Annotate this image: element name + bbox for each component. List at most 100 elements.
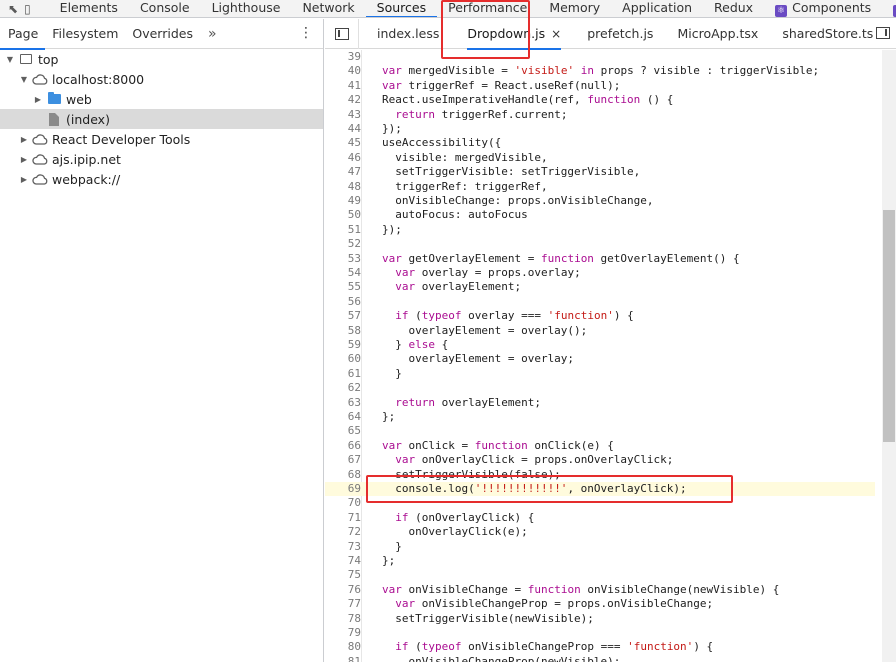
tab-lighthouse[interactable]: Lighthouse bbox=[201, 0, 292, 17]
toggle-debugger-icon[interactable] bbox=[876, 27, 890, 39]
code-line[interactable]: 80 if (typeof onVisibleChangeProp === 'f… bbox=[325, 640, 875, 654]
code-line[interactable]: 51}); bbox=[325, 223, 875, 237]
tab-network[interactable]: Network bbox=[291, 0, 365, 17]
line-number[interactable]: 56 bbox=[325, 295, 361, 309]
tab-profiler[interactable]: ⚛Profiler bbox=[882, 0, 896, 17]
code-line[interactable]: 72 onOverlayClick(e); bbox=[325, 525, 875, 539]
line-number[interactable]: 77 bbox=[325, 597, 361, 611]
line-number[interactable]: 65 bbox=[325, 424, 361, 438]
line-number[interactable]: 72 bbox=[325, 525, 361, 539]
code-line[interactable]: 71 if (onOverlayClick) { bbox=[325, 511, 875, 525]
tab-redux[interactable]: Redux bbox=[703, 0, 764, 17]
expand-down-icon[interactable]: ▼ bbox=[18, 75, 30, 84]
code-view[interactable]: 39 40 var mergedVisible = 'visible' in pro… bbox=[325, 50, 896, 662]
editor-tab-microapp-tsx[interactable]: MicroApp.tsx bbox=[677, 19, 758, 49]
code-line[interactable]: 61 } bbox=[325, 367, 875, 381]
code-line[interactable]: 54 var overlay = props.overlay; bbox=[325, 266, 875, 280]
line-number[interactable]: 61 bbox=[325, 367, 361, 381]
expand-right-icon[interactable]: ▶ bbox=[18, 175, 30, 184]
line-number[interactable]: 64 bbox=[325, 410, 361, 424]
line-number[interactable]: 63 bbox=[325, 396, 361, 410]
editor-tab-prefetch-js[interactable]: prefetch.js bbox=[587, 19, 653, 49]
code-line[interactable]: 42 React.useImperativeHandle(ref, functio… bbox=[325, 93, 875, 107]
device-toolbar-icon[interactable]: ▯ bbox=[24, 0, 31, 17]
code-line[interactable]: 49 onVisibleChange: props.onVisibleChang… bbox=[325, 194, 875, 208]
code-line[interactable]: 77 var onVisibleChangeProp = props.onVis… bbox=[325, 597, 875, 611]
code-line[interactable]: 52 bbox=[325, 237, 875, 251]
code-line[interactable]: 76 var onVisibleChange = function onVisib… bbox=[325, 583, 875, 597]
code-line[interactable]: 67 var onOverlayClick = props.onOverlayC… bbox=[325, 453, 875, 467]
line-number[interactable]: 74 bbox=[325, 554, 361, 568]
code-line[interactable]: 79 bbox=[325, 626, 875, 640]
line-number[interactable]: 68 bbox=[325, 468, 361, 482]
tree-item[interactable]: ▶ React Developer Tools bbox=[0, 129, 323, 149]
code-line[interactable]: 47 setTriggerVisible: setTriggerVisible, bbox=[325, 165, 875, 179]
code-line[interactable]: 44}); bbox=[325, 122, 875, 136]
line-number[interactable]: 45 bbox=[325, 136, 361, 150]
code-line[interactable]: 65 bbox=[325, 424, 875, 438]
tree-item[interactable]: ▼ top bbox=[0, 49, 323, 69]
line-number[interactable]: 48 bbox=[325, 180, 361, 194]
code-line[interactable]: 70 bbox=[325, 496, 875, 510]
code-line[interactable]: 74}; bbox=[325, 554, 875, 568]
tab-memory[interactable]: Memory bbox=[538, 0, 611, 17]
code-line[interactable]: 59 } else { bbox=[325, 338, 875, 352]
code-line[interactable]: 41 var triggerRef = React.useRef(null); bbox=[325, 79, 875, 93]
tab-components[interactable]: ⚛ Components bbox=[764, 0, 882, 17]
line-number[interactable]: 70 bbox=[325, 496, 361, 510]
tab-elements[interactable]: Elements bbox=[49, 0, 129, 17]
line-number[interactable]: 46 bbox=[325, 151, 361, 165]
line-number[interactable]: 76 bbox=[325, 583, 361, 597]
tree-item[interactable]: ▼ localhost:8000 bbox=[0, 69, 323, 89]
line-number[interactable]: 55 bbox=[325, 280, 361, 294]
toggle-navigator-button[interactable] bbox=[325, 18, 359, 49]
line-number[interactable]: 79 bbox=[325, 626, 361, 640]
line-number[interactable]: 51 bbox=[325, 223, 361, 237]
code-line[interactable]: 63 return overlayElement; bbox=[325, 396, 875, 410]
code-line[interactable]: 78 setTriggerVisible(newVisible); bbox=[325, 612, 875, 626]
tree-item[interactable]: ▶ webpack:// bbox=[0, 169, 323, 189]
close-tab-icon[interactable]: × bbox=[551, 27, 561, 41]
editor-tab-index-less[interactable]: index.less bbox=[377, 19, 439, 49]
code-line[interactable]: 46 visible: mergedVisible, bbox=[325, 151, 875, 165]
tab-page[interactable]: Page bbox=[0, 19, 46, 50]
expand-right-icon[interactable]: ▶ bbox=[18, 135, 30, 144]
code-line[interactable]: 69 console.log('!!!!!!!!!!!!', onOverlay… bbox=[325, 482, 875, 497]
line-number[interactable]: 39 bbox=[325, 50, 361, 64]
code-line[interactable]: 40 var mergedVisible = 'visible' in props… bbox=[325, 64, 875, 78]
expand-right-icon[interactable]: ▶ bbox=[32, 95, 44, 104]
line-number[interactable]: 59 bbox=[325, 338, 361, 352]
code-line[interactable]: 55 var overlayElement; bbox=[325, 280, 875, 294]
expand-right-icon[interactable]: ▶ bbox=[18, 155, 30, 164]
tree-item[interactable]: ▶ web bbox=[0, 89, 323, 109]
tree-item[interactable]: (index) bbox=[0, 109, 323, 129]
tab-filesystem[interactable]: Filesystem bbox=[45, 19, 125, 49]
line-number[interactable]: 78 bbox=[325, 612, 361, 626]
line-number[interactable]: 57 bbox=[325, 309, 361, 323]
line-number[interactable]: 69 bbox=[325, 482, 361, 496]
tab-console[interactable]: Console bbox=[129, 0, 201, 17]
line-number[interactable]: 81 bbox=[325, 655, 361, 662]
line-number[interactable]: 54 bbox=[325, 266, 361, 280]
tab-performance[interactable]: Performance bbox=[437, 0, 538, 17]
line-number[interactable]: 71 bbox=[325, 511, 361, 525]
code-line[interactable]: 66 var onClick = function onClick(e) { bbox=[325, 439, 875, 453]
line-number[interactable]: 67 bbox=[325, 453, 361, 467]
line-number[interactable]: 66 bbox=[325, 439, 361, 453]
line-number[interactable]: 62 bbox=[325, 381, 361, 395]
code-line[interactable]: 60 overlayElement = overlay; bbox=[325, 352, 875, 366]
tree-item[interactable]: ▶ ajs.ipip.net bbox=[0, 149, 323, 169]
editor-tab-dropdown-js[interactable]: Dropdown.js × bbox=[467, 19, 561, 50]
code-line[interactable]: 48 triggerRef: triggerRef, bbox=[325, 180, 875, 194]
code-line[interactable]: 64}; bbox=[325, 410, 875, 424]
line-number[interactable]: 50 bbox=[325, 208, 361, 222]
more-options-icon[interactable]: ⋮ bbox=[299, 26, 313, 40]
tab-application[interactable]: Application bbox=[611, 0, 703, 17]
line-number[interactable]: 53 bbox=[325, 252, 361, 266]
scrollbar-thumb[interactable] bbox=[883, 210, 895, 442]
vertical-scrollbar[interactable] bbox=[882, 50, 896, 662]
code-line[interactable]: 73 } bbox=[325, 540, 875, 554]
line-number[interactable]: 44 bbox=[325, 122, 361, 136]
line-number[interactable]: 75 bbox=[325, 568, 361, 582]
code-line[interactable]: 62 bbox=[325, 381, 875, 395]
